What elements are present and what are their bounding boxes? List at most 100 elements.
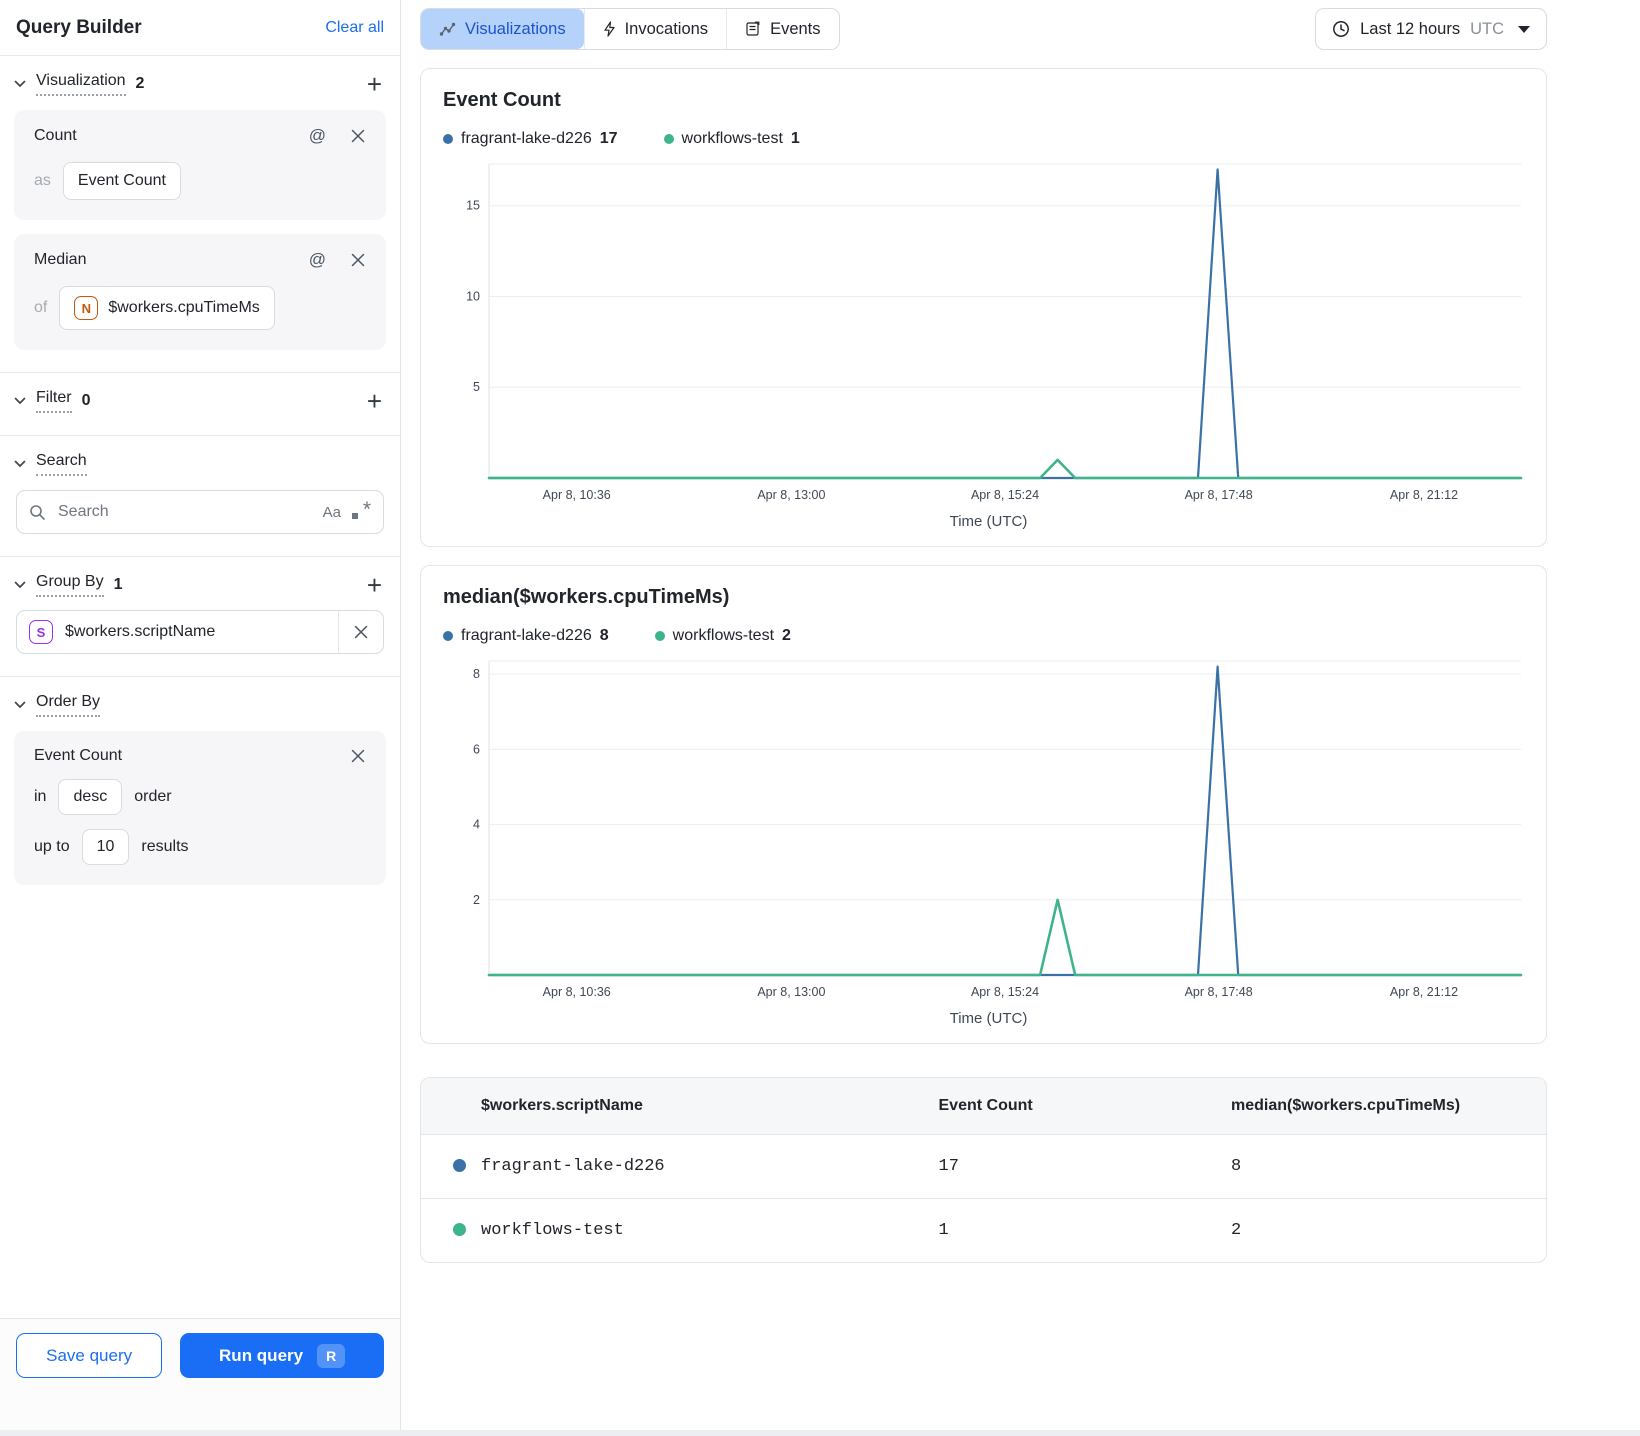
median-field-name: $workers.cpuTimeMs bbox=[108, 299, 260, 316]
group-by-count: 1 bbox=[113, 576, 123, 593]
chevron-down-icon[interactable] bbox=[14, 701, 26, 709]
sidebar-header: Query Builder Clear all bbox=[0, 0, 400, 56]
series-line bbox=[487, 898, 1523, 977]
count-visualization-card: Count @ as Event Count bbox=[14, 110, 386, 220]
series-line bbox=[487, 458, 1523, 480]
median-field-selector[interactable]: N $workers.cpuTimeMs bbox=[59, 286, 275, 330]
table-body: fragrant-lake-d226 17 8 workflows-test 1 2 bbox=[421, 1134, 1546, 1262]
add-group-by-button[interactable]: + bbox=[363, 572, 386, 598]
query-builder-sidebar: Query Builder Clear all Visualization 2 … bbox=[0, 0, 401, 1430]
event-count-cell: 17 bbox=[938, 1156, 959, 1176]
sidebar-content: Visualization 2 + Count @ as Event Count… bbox=[0, 56, 400, 1318]
x-tick-label: Apr 8, 13:00 bbox=[757, 488, 825, 502]
x-tick-label: Apr 8, 21:12 bbox=[1390, 488, 1458, 502]
table-row: workflows-test 1 2 bbox=[421, 1198, 1546, 1262]
tab-label: Invocations bbox=[624, 19, 709, 38]
mention-icon[interactable]: @ bbox=[309, 126, 326, 146]
chevron-down-icon[interactable] bbox=[14, 460, 26, 468]
main-content: Visualizations Invocations Events Last 1… bbox=[401, 0, 1640, 1430]
y-tick-label: 2 bbox=[473, 893, 480, 907]
chevron-down-icon[interactable] bbox=[14, 581, 26, 589]
search-section-label: Search bbox=[36, 452, 87, 476]
x-tick-label: Apr 8, 13:00 bbox=[757, 985, 825, 999]
order-by-section: Order By Event Count in desc order up to… bbox=[0, 677, 400, 907]
sidebar-footer: Save query Run query R bbox=[0, 1318, 400, 1430]
table-header-row: $workers.scriptName Event Count median($… bbox=[421, 1078, 1546, 1134]
count-card-title: Count bbox=[34, 127, 77, 144]
tab-label: Visualizations bbox=[465, 19, 566, 38]
x-tick-label: Apr 8, 15:24 bbox=[971, 488, 1039, 502]
legend-item[interactable]: workflows-test 2 bbox=[654, 627, 791, 645]
number-type-icon: N bbox=[74, 296, 99, 320]
close-icon[interactable] bbox=[350, 748, 366, 764]
mention-icon[interactable]: @ bbox=[309, 250, 326, 270]
column-header-event-count: Event Count bbox=[938, 1096, 1033, 1114]
results-table: $workers.scriptName Event Count median($… bbox=[421, 1078, 1546, 1262]
time-range-selector[interactable]: Last 12 hours UTC bbox=[1315, 8, 1547, 50]
order-by-section-label: Order By bbox=[36, 693, 101, 717]
order-by-card: Event Count in desc order up to 10 resul… bbox=[14, 731, 386, 885]
close-icon[interactable] bbox=[339, 611, 383, 653]
y-tick-label: 5 bbox=[473, 380, 480, 394]
add-visualization-button[interactable]: + bbox=[363, 71, 386, 97]
clear-all-button[interactable]: Clear all bbox=[325, 19, 384, 37]
app-window: Query Builder Clear all Visualization 2 … bbox=[0, 0, 1640, 1430]
legend-dot bbox=[443, 134, 453, 144]
x-axis-label: Time (UTC) bbox=[949, 1010, 1028, 1027]
legend-dot bbox=[663, 134, 674, 144]
page-title: Query Builder bbox=[16, 16, 142, 38]
search-input[interactable] bbox=[56, 502, 313, 522]
script-name: fragrant-lake-d226 bbox=[481, 1156, 665, 1176]
filter-count: 0 bbox=[81, 392, 91, 409]
median-visualization-card: Median @ of N $workers.cpuTimeMs bbox=[14, 234, 386, 350]
column-header-script-name: $workers.scriptName bbox=[481, 1096, 643, 1114]
legend-value: 8 bbox=[599, 627, 609, 644]
sort-direction-selector[interactable]: desc bbox=[58, 779, 123, 815]
match-case-icon[interactable]: Aa bbox=[323, 504, 341, 521]
close-icon[interactable] bbox=[350, 128, 366, 144]
visualization-section-label: Visualization bbox=[36, 72, 126, 96]
y-tick-label: 8 bbox=[473, 667, 480, 681]
x-tick-label: Apr 8, 10:36 bbox=[543, 488, 611, 502]
legend-name: workflows-test bbox=[672, 627, 775, 644]
visualization-section: Visualization 2 + Count @ as Event Count… bbox=[0, 56, 400, 373]
column-header-median: median($workers.cpuTimeMs) bbox=[1231, 1096, 1461, 1114]
event-count-chart-card: Event Count fragrant-lake-d226 17 workflow… bbox=[420, 68, 1547, 547]
chart-legend: fragrant-lake-d226 17 workflows-test 1 bbox=[443, 130, 1534, 148]
tab-invocations[interactable]: Invocations bbox=[583, 9, 727, 49]
chart-legend: fragrant-lake-d226 8 workflows-test 2 bbox=[443, 627, 1534, 645]
legend-item[interactable]: fragrant-lake-d226 8 bbox=[443, 627, 609, 645]
group-by-field-item[interactable]: S $workers.scriptName bbox=[16, 610, 384, 654]
chevron-down-icon[interactable] bbox=[14, 397, 26, 405]
as-label: as bbox=[34, 172, 51, 189]
tab-events[interactable]: Events bbox=[726, 9, 839, 49]
chart-plot-area: 5 10 15 Apr 8, 10:36 Apr 8, 13:00 Apr 8, 15:2… bbox=[466, 163, 1523, 502]
tab-visualizations[interactable]: Visualizations bbox=[421, 9, 584, 49]
visualization-count: 2 bbox=[135, 75, 145, 92]
tab-label: Events bbox=[770, 19, 821, 38]
string-type-icon: S bbox=[29, 620, 53, 644]
run-query-button[interactable]: Run query R bbox=[180, 1333, 384, 1378]
group-by-field-name: $workers.scriptName bbox=[65, 623, 216, 640]
legend-value: 2 bbox=[782, 627, 791, 644]
close-icon[interactable] bbox=[350, 252, 366, 268]
y-tick-label: 6 bbox=[473, 742, 480, 756]
legend-name: fragrant-lake-d226 bbox=[461, 130, 592, 147]
save-query-button[interactable]: Save query bbox=[16, 1333, 163, 1378]
alias-field[interactable]: Event Count bbox=[62, 162, 181, 200]
legend-value: 17 bbox=[599, 130, 618, 147]
chevron-down-icon[interactable] bbox=[14, 80, 26, 88]
x-tick-label: Apr 8, 10:36 bbox=[543, 985, 611, 999]
legend-item[interactable]: workflows-test 1 bbox=[663, 130, 800, 148]
of-label: of bbox=[34, 299, 48, 316]
regex-icon[interactable]: * bbox=[351, 498, 371, 522]
result-limit-input[interactable]: 10 bbox=[81, 829, 130, 865]
legend-item[interactable]: fragrant-lake-d226 17 bbox=[443, 130, 618, 148]
add-filter-button[interactable]: + bbox=[363, 388, 386, 414]
lightning-icon bbox=[603, 21, 616, 37]
legend-name: fragrant-lake-d226 bbox=[461, 627, 592, 644]
script-name: workflows-test bbox=[481, 1220, 624, 1240]
x-tick-label: Apr 8, 15:24 bbox=[971, 985, 1039, 999]
group-by-section: Group By 1 + S $workers.scriptName bbox=[0, 557, 400, 677]
series-color-dot bbox=[453, 1222, 466, 1236]
